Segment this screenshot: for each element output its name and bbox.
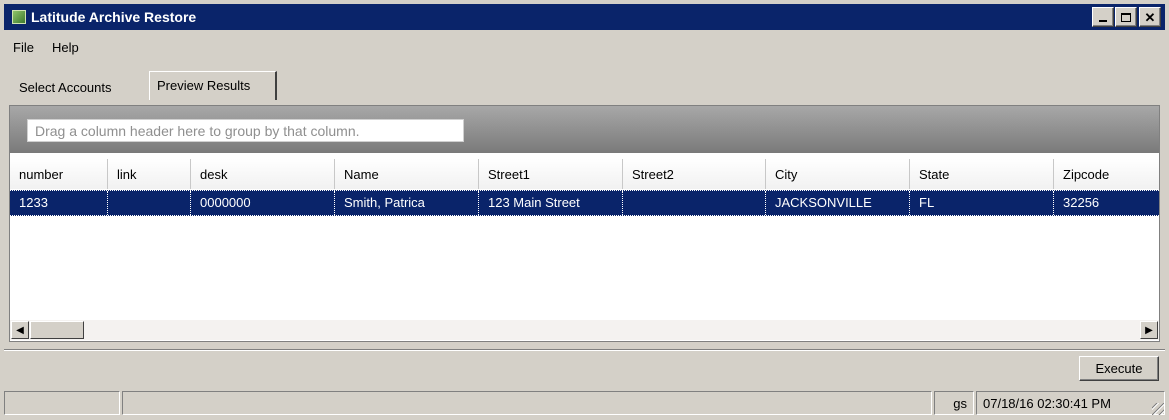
cell-state[interactable]: FL: [910, 191, 1054, 215]
cell-street2[interactable]: [623, 191, 766, 215]
status-user: gs: [934, 391, 974, 415]
scroll-left-button[interactable]: ◀: [11, 321, 29, 339]
menu-file[interactable]: File: [4, 38, 43, 60]
scrollbar-thumb[interactable]: [30, 321, 84, 339]
column-header-zipcode[interactable]: Zipcode: [1054, 159, 1159, 189]
arrow-left-icon: ◀: [16, 324, 24, 336]
cell-zipcode[interactable]: 32256: [1054, 191, 1159, 215]
column-header-link[interactable]: link: [108, 159, 191, 189]
minimize-button[interactable]: [1092, 7, 1114, 27]
minimize-icon: [1099, 20, 1107, 22]
cell-desk[interactable]: 0000000: [191, 191, 335, 215]
status-datetime: 07/18/16 02:30:41 PM: [976, 391, 1165, 415]
close-button[interactable]: ✕: [1139, 7, 1161, 27]
tab-select-accounts[interactable]: Select Accounts: [12, 76, 148, 100]
results-grid: Drag a column header here to group by th…: [9, 105, 1160, 342]
column-header-city[interactable]: City: [766, 159, 910, 189]
scroll-right-button[interactable]: ▶: [1140, 321, 1158, 339]
grid-header-row: number link desk Name Street1 Street2 Ci…: [10, 159, 1159, 189]
tab-preview-results[interactable]: Preview Results: [149, 71, 277, 100]
resize-grip-icon[interactable]: [1152, 403, 1164, 415]
app-window: Latitude Archive Restore ✕ File Help Sel…: [0, 0, 1169, 420]
maximize-button[interactable]: [1115, 7, 1137, 27]
group-by-area[interactable]: Drag a column header here to group by th…: [10, 106, 1159, 153]
window-title: Latitude Archive Restore: [31, 9, 197, 25]
cell-street1[interactable]: 123 Main Street: [479, 191, 623, 215]
maximize-icon: [1121, 12, 1131, 22]
title-bar[interactable]: Latitude Archive Restore ✕: [4, 4, 1165, 30]
column-header-number[interactable]: number: [10, 159, 108, 189]
close-icon: ✕: [1144, 9, 1156, 25]
status-panel-1: [4, 391, 120, 415]
window-controls: ✕: [1091, 7, 1161, 27]
status-panel-2: [122, 391, 932, 415]
cell-city[interactable]: JACKSONVILLE: [766, 191, 910, 215]
arrow-right-icon: ▶: [1145, 324, 1153, 336]
menu-bar: File Help: [4, 38, 88, 60]
app-icon: [12, 10, 26, 24]
group-by-hint: Drag a column header here to group by th…: [27, 119, 464, 142]
divider: [4, 349, 1165, 351]
column-header-state[interactable]: State: [910, 159, 1054, 189]
column-header-street2[interactable]: Street2: [623, 159, 766, 189]
table-row[interactable]: 1233 0000000 Smith, Patrica 123 Main Str…: [10, 190, 1159, 216]
column-header-name[interactable]: Name: [335, 159, 479, 189]
column-header-street1[interactable]: Street1: [479, 159, 623, 189]
cell-name[interactable]: Smith, Patrica: [335, 191, 479, 215]
cell-number[interactable]: 1233: [10, 191, 108, 215]
menu-help[interactable]: Help: [43, 38, 88, 60]
cell-link[interactable]: [108, 191, 191, 215]
column-header-desk[interactable]: desk: [191, 159, 335, 189]
horizontal-scrollbar[interactable]: ◀ ▶: [10, 320, 1159, 340]
execute-button[interactable]: Execute: [1079, 356, 1159, 381]
status-bar: gs 07/18/16 02:30:41 PM: [4, 391, 1165, 416]
